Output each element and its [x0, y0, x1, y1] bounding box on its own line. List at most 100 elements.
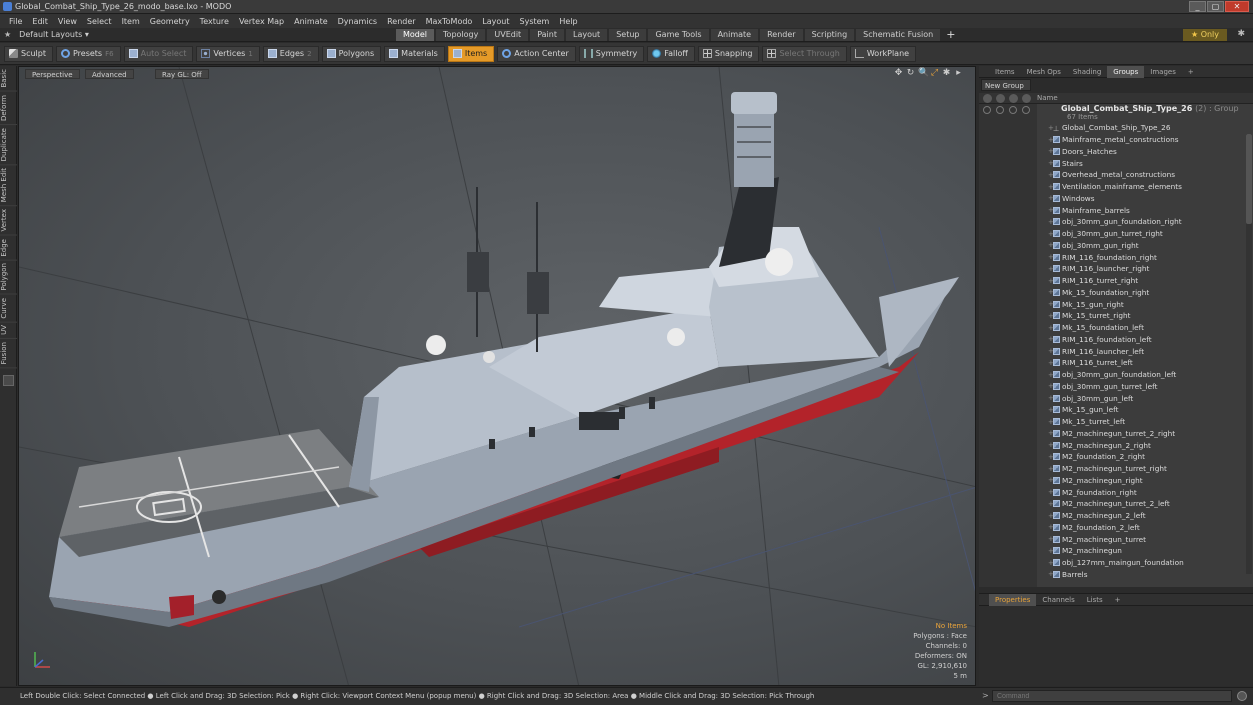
- list-item[interactable]: + M2_machinegun_2_left: [979, 510, 1253, 522]
- menu-animate[interactable]: Animate: [289, 17, 333, 26]
- falloff-button[interactable]: Falloff: [647, 45, 695, 62]
- expand-icon[interactable]: +: [1048, 147, 1054, 155]
- tab-animate[interactable]: Animate: [710, 29, 759, 41]
- left-tab-duplicate[interactable]: Duplicate: [0, 124, 17, 165]
- list-item[interactable]: + RIM_116_launcher_right: [979, 263, 1253, 275]
- tab-uvedit[interactable]: UVEdit: [487, 29, 529, 41]
- workplane-button[interactable]: WorkPlane: [849, 45, 917, 62]
- tab-channels[interactable]: Channels: [1036, 594, 1080, 606]
- expand-icon[interactable]: +: [1048, 347, 1054, 355]
- list-item[interactable]: + Barrels: [979, 569, 1253, 581]
- left-tab-deform[interactable]: Deform: [0, 91, 17, 125]
- expand-icon[interactable]: +: [1048, 359, 1054, 367]
- list-item[interactable]: + M2_machinegun: [979, 545, 1253, 557]
- tab-scripting[interactable]: Scripting: [804, 29, 855, 41]
- menu-file[interactable]: File: [4, 17, 27, 26]
- menu-render[interactable]: Render: [382, 17, 420, 26]
- maximize-viewport-icon[interactable]: ⤢: [930, 68, 939, 78]
- expand-icon[interactable]: +: [1048, 429, 1054, 437]
- list-item[interactable]: + M2_machinegun_2_right: [979, 439, 1253, 451]
- list-item[interactable]: + Windows: [979, 193, 1253, 205]
- tab-items[interactable]: Items: [989, 66, 1021, 78]
- expand-icon[interactable]: +: [1048, 136, 1054, 144]
- add-panel-tab-button[interactable]: +: [1182, 66, 1200, 78]
- lock-toggle[interactable]: [1009, 106, 1017, 114]
- left-tab-fusion[interactable]: Fusion: [0, 339, 17, 369]
- expand-icon[interactable]: +: [1048, 371, 1054, 379]
- command-input[interactable]: [992, 690, 1232, 702]
- add-props-tab-button[interactable]: +: [1109, 594, 1127, 606]
- add-tab-button[interactable]: +: [946, 29, 955, 41]
- list-item[interactable]: + obj_30mm_gun_left: [979, 392, 1253, 404]
- expand-icon[interactable]: +: [1048, 476, 1054, 484]
- menu-texture[interactable]: Texture: [195, 17, 234, 26]
- expand-icon[interactable]: +: [1048, 523, 1054, 531]
- expand-icon[interactable]: +: [1048, 206, 1054, 214]
- list-item[interactable]: + ⊥ Global_Combat_Ship_Type_26: [979, 122, 1253, 134]
- materials-button[interactable]: Materials: [384, 45, 445, 62]
- expand-icon[interactable]: +: [1048, 335, 1054, 343]
- list-item[interactable]: + RIM_116_foundation_left: [979, 334, 1253, 346]
- tab-lists[interactable]: Lists: [1081, 594, 1109, 606]
- left-panel-toggle[interactable]: [2, 374, 14, 386]
- menu-maxtomodo[interactable]: MaxToModo: [421, 17, 478, 26]
- expand-icon[interactable]: +: [1048, 300, 1054, 308]
- list-item[interactable]: + M2_machinegun_right: [979, 475, 1253, 487]
- zoom-icon[interactable]: 🔍: [918, 68, 929, 78]
- tab-layout[interactable]: Layout: [565, 29, 608, 41]
- expand-icon[interactable]: +: [1048, 559, 1054, 567]
- scrollbar-thumb[interactable]: [1246, 134, 1252, 224]
- expand-icon[interactable]: +: [1048, 418, 1054, 426]
- lock-icon[interactable]: [1009, 93, 1018, 103]
- tab-setup[interactable]: Setup: [609, 29, 647, 41]
- tab-topology[interactable]: Topology: [436, 29, 486, 41]
- polygons-button[interactable]: Polygons: [321, 45, 382, 62]
- visibility-icon[interactable]: [983, 93, 992, 103]
- list-item[interactable]: + Mainframe_barrels: [979, 204, 1253, 216]
- left-tab-uv[interactable]: UV: [0, 322, 17, 340]
- list-item[interactable]: + RIM_116_turret_right: [979, 275, 1253, 287]
- list-item[interactable]: + Mainframe_metal_constructions: [979, 134, 1253, 146]
- minimize-button[interactable]: _: [1189, 1, 1206, 12]
- list-item[interactable]: + Mk_15_turret_left: [979, 416, 1253, 428]
- expand-icon[interactable]: +: [1048, 441, 1054, 449]
- expand-icon[interactable]: +: [1048, 159, 1054, 167]
- left-tab-curve[interactable]: Curve: [0, 294, 17, 323]
- auto-select-button[interactable]: Auto Select: [123, 45, 194, 62]
- list-item[interactable]: + M2_foundation_2_right: [979, 451, 1253, 463]
- expand-icon[interactable]: +: [1048, 500, 1054, 508]
- list-item[interactable]: + obj_30mm_gun_foundation_left: [979, 369, 1253, 381]
- expand-icon[interactable]: +: [1048, 394, 1054, 402]
- select-toggle[interactable]: [1022, 106, 1030, 114]
- expand-icon[interactable]: +: [1048, 218, 1054, 226]
- vertices-button[interactable]: Vertices 1: [196, 45, 260, 62]
- list-item[interactable]: + Mk_15_foundation_right: [979, 287, 1253, 299]
- list-item[interactable]: + Mk_15_gun_left: [979, 404, 1253, 416]
- render-icon[interactable]: [996, 93, 1005, 103]
- name-column-header[interactable]: Name: [1037, 94, 1058, 102]
- left-tab-mesh-edit[interactable]: Mesh Edit: [0, 164, 17, 207]
- select-through-button[interactable]: Select Through: [762, 45, 847, 62]
- snapping-button[interactable]: Snapping: [697, 45, 760, 62]
- left-tab-basic[interactable]: Basic: [0, 66, 17, 92]
- expand-icon[interactable]: +: [1048, 241, 1054, 249]
- left-tab-vertex[interactable]: Vertex: [0, 206, 17, 236]
- list-item[interactable]: + M2_machinegun_turret: [979, 533, 1253, 545]
- shading-dropdown[interactable]: Advanced: [85, 69, 134, 79]
- tab-render[interactable]: Render: [760, 29, 803, 41]
- action-center-button[interactable]: Action Center: [497, 45, 576, 62]
- 3d-viewport[interactable]: Perspective Advanced Ray GL: Off ✥ ↻ 🔍 ⤢…: [18, 66, 976, 686]
- expand-icon[interactable]: +: [1048, 265, 1054, 273]
- pan-icon[interactable]: ✥: [894, 68, 903, 78]
- menu-dynamics[interactable]: Dynamics: [333, 17, 382, 26]
- tab-groups[interactable]: Groups: [1107, 65, 1145, 78]
- expand-icon[interactable]: +: [1048, 488, 1054, 496]
- raygl-dropdown[interactable]: Ray GL: Off: [155, 69, 209, 79]
- expand-icon[interactable]: +: [1048, 312, 1054, 320]
- expand-icon[interactable]: +: [1048, 512, 1054, 520]
- list-item[interactable]: + M2_foundation_2_left: [979, 522, 1253, 534]
- default-layouts-dropdown[interactable]: ★ Default Layouts ▾: [4, 30, 89, 39]
- expand-icon[interactable]: +: [1048, 382, 1054, 390]
- list-scrollbar[interactable]: [1246, 134, 1252, 574]
- left-tab-edge[interactable]: Edge: [0, 235, 17, 261]
